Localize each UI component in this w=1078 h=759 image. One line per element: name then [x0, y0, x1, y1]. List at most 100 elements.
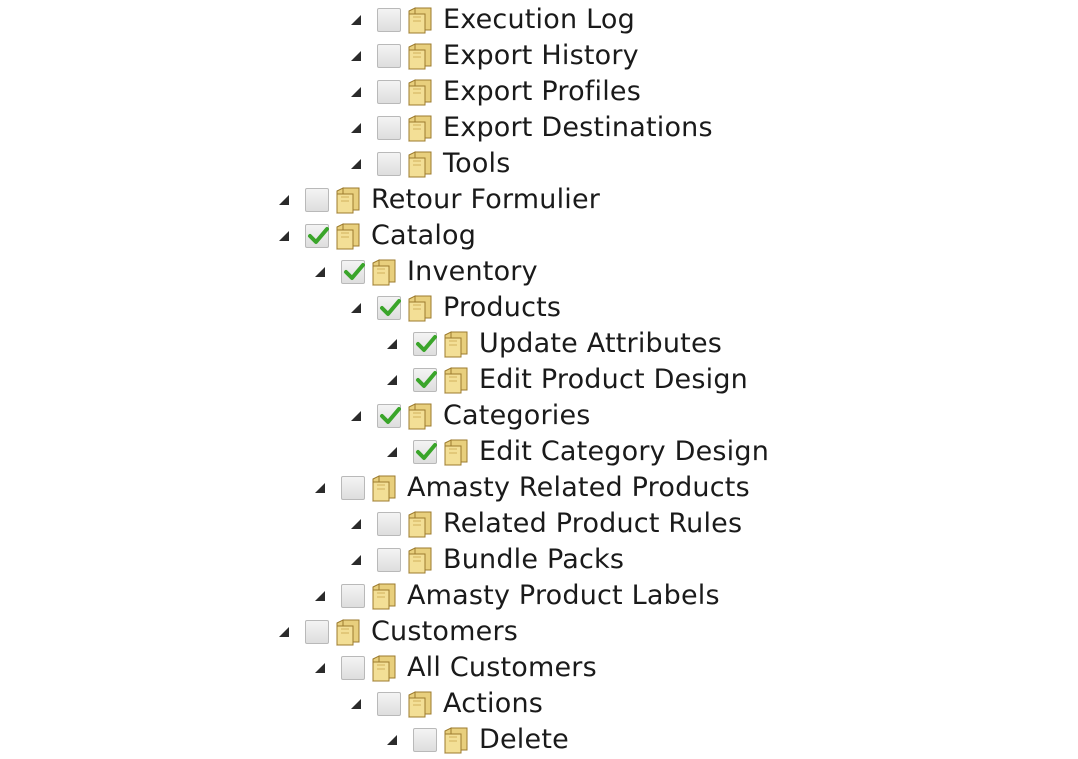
tree-node[interactable]: Categories	[349, 398, 591, 434]
node-label: Delete	[479, 724, 569, 755]
folder-icon	[405, 113, 437, 143]
folder-icon	[369, 473, 401, 503]
node-label: All Customers	[407, 652, 597, 683]
node-label: Related Product Rules	[443, 508, 743, 539]
expand-toggle-icon[interactable]	[277, 229, 291, 243]
folder-icon	[441, 437, 473, 467]
node-checkbox[interactable]	[377, 548, 401, 572]
node-checkbox[interactable]	[377, 404, 401, 428]
folder-icon	[369, 257, 401, 287]
node-label: Edit Category Design	[479, 436, 770, 467]
node-checkbox[interactable]	[341, 476, 365, 500]
node-label: Actions	[443, 688, 544, 719]
tree-node[interactable]: Delete	[385, 722, 569, 758]
expand-toggle-icon[interactable]	[349, 517, 363, 531]
tree-node[interactable]: Export Profiles	[349, 74, 641, 110]
node-checkbox[interactable]	[305, 224, 329, 248]
node-label: Products	[443, 292, 562, 323]
expand-toggle-icon[interactable]	[313, 481, 327, 495]
node-checkbox[interactable]	[413, 728, 437, 752]
tree-node[interactable]: Tools	[349, 146, 511, 182]
folder-icon	[369, 581, 401, 611]
node-label: Export Profiles	[443, 76, 641, 107]
tree-node[interactable]: Amasty Product Labels	[313, 578, 720, 614]
node-checkbox[interactable]	[377, 80, 401, 104]
node-checkbox[interactable]	[341, 656, 365, 680]
expand-toggle-icon[interactable]	[349, 301, 363, 315]
expand-toggle-icon[interactable]	[313, 265, 327, 279]
tree-node[interactable]: Execution Log	[349, 2, 635, 38]
checkmark-icon	[416, 371, 437, 388]
node-checkbox[interactable]	[305, 188, 329, 212]
tree-node[interactable]: Update Attributes	[385, 326, 722, 362]
node-checkbox[interactable]	[341, 584, 365, 608]
node-checkbox[interactable]	[377, 8, 401, 32]
expand-toggle-icon[interactable]	[277, 193, 291, 207]
expand-toggle-icon[interactable]	[349, 49, 363, 63]
node-label: Update Attributes	[479, 328, 723, 359]
checkmark-icon	[416, 335, 437, 352]
expand-toggle-icon[interactable]	[277, 625, 291, 639]
tree-node[interactable]: Catalog	[277, 218, 476, 254]
node-checkbox[interactable]	[377, 512, 401, 536]
tree-node[interactable]: Actions	[349, 686, 543, 722]
node-label: Amasty Related Products	[407, 472, 750, 503]
folder-icon	[405, 689, 437, 719]
folder-icon	[333, 617, 365, 647]
tree-node[interactable]: Products	[349, 290, 561, 326]
node-checkbox[interactable]	[377, 296, 401, 320]
expand-toggle-icon[interactable]	[349, 697, 363, 711]
checkmark-icon	[308, 227, 329, 244]
expand-toggle-icon[interactable]	[349, 85, 363, 99]
tree-node[interactable]: Amasty Related Products	[313, 470, 750, 506]
folder-icon	[405, 401, 437, 431]
node-label: Tools	[443, 148, 511, 179]
node-checkbox[interactable]	[305, 620, 329, 644]
node-checkbox[interactable]	[377, 116, 401, 140]
node-checkbox[interactable]	[377, 692, 401, 716]
node-label: Catalog	[371, 220, 477, 251]
tree-node[interactable]: Related Product Rules	[349, 506, 742, 542]
expand-toggle-icon[interactable]	[349, 409, 363, 423]
checkmark-icon	[380, 299, 401, 316]
node-label: Edit Product Design	[479, 364, 748, 395]
node-label: Inventory	[407, 256, 538, 287]
tree-node[interactable]: Customers	[277, 614, 518, 650]
expand-toggle-icon[interactable]	[349, 13, 363, 27]
tree-node[interactable]: All Customers	[313, 650, 597, 686]
expand-toggle-icon[interactable]	[385, 445, 399, 459]
node-checkbox[interactable]	[341, 260, 365, 284]
node-checkbox[interactable]	[377, 44, 401, 68]
expand-toggle-icon[interactable]	[385, 733, 399, 747]
expand-toggle-icon[interactable]	[313, 661, 327, 675]
folder-icon	[405, 293, 437, 323]
expand-toggle-icon[interactable]	[385, 337, 399, 351]
tree-node[interactable]: Export History	[349, 38, 639, 74]
node-label: Categories	[443, 400, 591, 431]
folder-icon	[369, 653, 401, 683]
tree-node[interactable]: Bundle Packs	[349, 542, 624, 578]
tree-node[interactable]: Edit Product Design	[385, 362, 748, 398]
expand-toggle-icon[interactable]	[349, 553, 363, 567]
expand-toggle-icon[interactable]	[313, 589, 327, 603]
node-label: Execution Log	[443, 4, 635, 35]
node-label: Customers	[371, 616, 519, 647]
node-checkbox[interactable]	[413, 368, 437, 392]
expand-toggle-icon[interactable]	[349, 157, 363, 171]
expand-toggle-icon[interactable]	[385, 373, 399, 387]
permission-tree: Execution Log Export History Export Prof…	[0, 0, 1078, 755]
folder-icon	[333, 221, 365, 251]
tree-node[interactable]: Inventory	[313, 254, 538, 290]
node-label: Bundle Packs	[443, 544, 625, 575]
tree-node[interactable]: Export Destinations	[349, 110, 713, 146]
checkmark-icon	[380, 407, 401, 424]
checkmark-icon	[416, 443, 437, 460]
node-label: Amasty Product Labels	[407, 580, 720, 611]
node-checkbox[interactable]	[413, 440, 437, 464]
node-checkbox[interactable]	[413, 332, 437, 356]
node-checkbox[interactable]	[377, 152, 401, 176]
tree-node[interactable]: Edit Category Design	[385, 434, 769, 470]
tree-node[interactable]: Retour Formulier	[277, 182, 600, 218]
expand-toggle-icon[interactable]	[349, 121, 363, 135]
folder-icon	[441, 365, 473, 395]
